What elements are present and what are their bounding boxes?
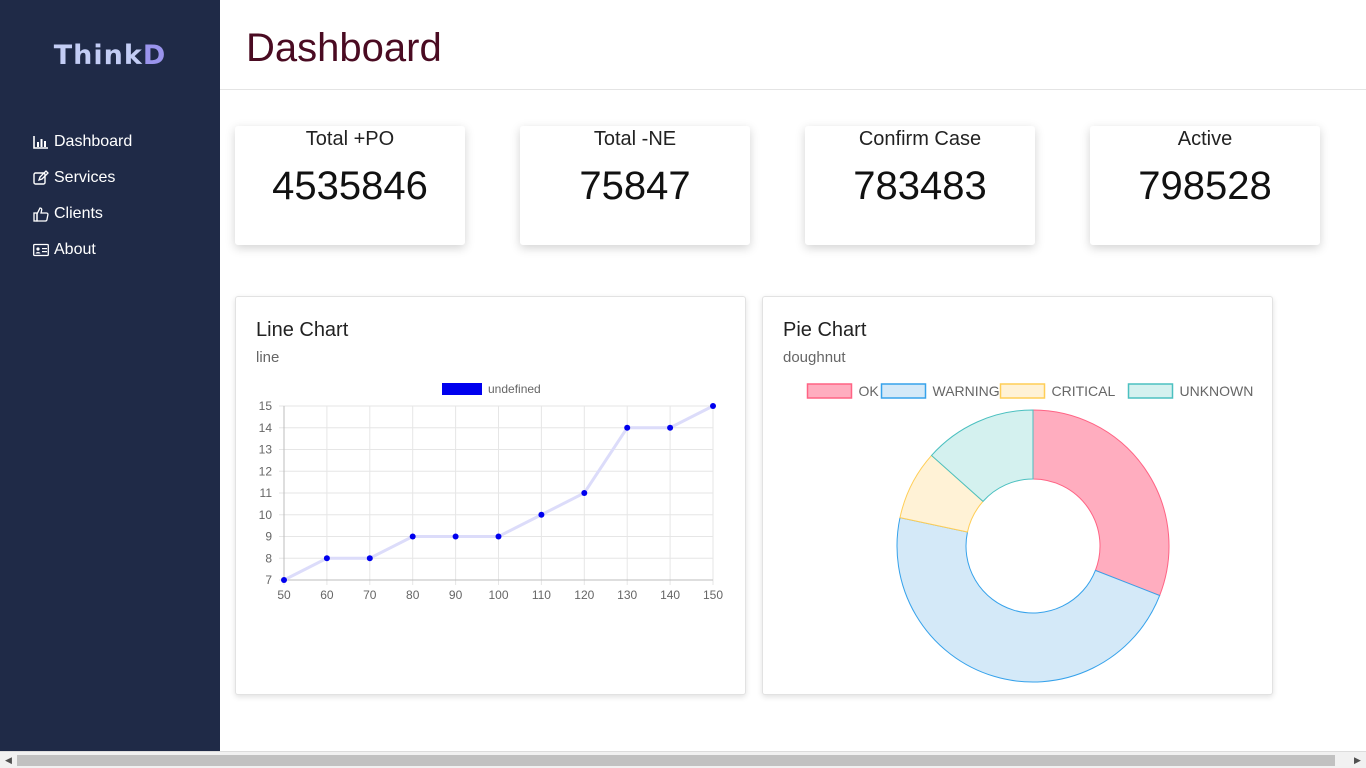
x-tick-label: 50 — [277, 588, 291, 602]
stat-value: 75847 — [579, 164, 691, 208]
x-tick-label: 90 — [449, 588, 463, 602]
doughnut-slice-ok — [1032, 409, 1170, 597]
legend-label: CRITICAL — [1052, 383, 1116, 399]
data-point — [323, 555, 330, 562]
y-tick-label: 12 — [259, 464, 273, 478]
data-point — [710, 403, 716, 409]
data-point — [409, 533, 416, 540]
stat-value: 798528 — [1138, 164, 1272, 208]
stat-card-active: Active 798528 — [1090, 126, 1320, 245]
legend-label: UNKNOWN — [1180, 383, 1254, 399]
sidebar-item-label: About — [54, 241, 96, 258]
stat-label: Confirm Case — [858, 128, 982, 150]
legend-label: OK — [859, 383, 880, 399]
sidebar-nav: Dashboard Services Clients About — [32, 124, 132, 268]
stat-label: Total -NE — [593, 128, 677, 150]
x-tick-label: 80 — [406, 588, 420, 602]
bar-chart-icon — [32, 134, 50, 150]
data-point — [624, 424, 631, 431]
legend-swatch — [806, 383, 853, 399]
card-subtitle: line — [256, 349, 280, 366]
brand-name-tail: D — [142, 40, 167, 71]
stat-value: 783483 — [853, 164, 987, 208]
y-tick-label: 11 — [260, 486, 273, 500]
data-point — [366, 555, 373, 562]
sidebar-item-label: Services — [54, 169, 116, 186]
line-chart-card: 50 60 70 80 90 100 110 120 130 140 150 7 8 9 10 11 12 13 1… — [235, 296, 746, 695]
sidebar-item-clients[interactable]: Clients — [32, 196, 132, 232]
y-tick-label: 14 — [259, 421, 273, 435]
stat-card-total-ne: Total -NE 75847 — [520, 126, 750, 245]
sidebar-item-dashboard[interactable]: Dashboard — [32, 124, 132, 160]
data-point — [538, 511, 545, 518]
x-tick-label: 110 — [532, 588, 551, 602]
thumbs-up-icon — [32, 206, 50, 222]
legend-swatch — [880, 383, 927, 399]
data-point — [667, 424, 674, 431]
scroll-right-icon[interactable]: ▶ — [1349, 752, 1366, 768]
x-tick-label: 60 — [320, 588, 334, 602]
pie-chart-card: OK WARNING CRITICAL UNKNOWN Pie Chart dough… — [762, 296, 1273, 695]
data-point — [452, 533, 459, 540]
legend-label: WARNING — [933, 383, 1000, 399]
y-tick-label: 8 — [265, 551, 272, 565]
legend-label: undefined — [488, 382, 541, 396]
page-title: Dashboard — [246, 26, 442, 70]
id-card-icon — [32, 242, 50, 258]
y-tick-label: 13 — [259, 443, 273, 457]
card-title: Pie Chart — [783, 319, 867, 341]
legend-swatch — [442, 383, 482, 395]
x-tick-label: 140 — [660, 588, 680, 602]
y-tick-label: 7 — [265, 573, 272, 587]
data-point — [281, 577, 287, 583]
edit-icon — [32, 170, 50, 186]
legend-swatch — [1127, 383, 1174, 399]
x-tick-label: 120 — [574, 588, 594, 602]
card-title: Line Chart — [256, 319, 349, 341]
scroll-left-icon[interactable]: ◀ — [0, 752, 17, 768]
line-chart: 50 60 70 80 90 100 110 120 130 140 150 7 8 9 10 11 12 13 1… — [259, 382, 724, 602]
sidebar-item-label: Clients — [54, 205, 103, 222]
sidebar-item-about[interactable]: About — [32, 232, 132, 268]
x-tick-label: 130 — [617, 588, 637, 602]
horizontal-scrollbar[interactable]: ◀ ▶ — [0, 751, 1366, 768]
y-tick-label: 15 — [259, 399, 273, 413]
x-tick-label: 70 — [363, 588, 377, 602]
x-tick-label: 100 — [488, 588, 508, 602]
scrollbar-thumb[interactable] — [17, 755, 1335, 766]
data-point — [581, 490, 588, 496]
y-tick-label: 10 — [259, 508, 273, 522]
stat-card-total-po: Total +PO 4535846 — [235, 126, 465, 245]
y-tick-label: 9 — [265, 530, 272, 544]
stat-label: Total +PO — [305, 128, 395, 150]
sidebar-item-label: Dashboard — [54, 133, 133, 150]
brand-logo[interactable]: ThinkD — [0, 40, 220, 71]
card-subtitle: doughnut — [783, 349, 846, 366]
sidebar: ThinkD Dashboard Services Clients About — [0, 0, 220, 751]
brand-name-main: Think — [53, 40, 143, 71]
stat-card-confirm-case: Confirm Case 783483 — [805, 126, 1035, 245]
stat-label: Active — [1177, 128, 1233, 150]
sidebar-item-services[interactable]: Services — [32, 160, 132, 196]
data-point — [495, 533, 502, 540]
legend-swatch — [999, 383, 1046, 399]
top-bar: Dashboard — [220, 0, 1366, 90]
stat-value: 4535846 — [272, 164, 428, 208]
x-tick-label: 150 — [703, 588, 723, 602]
